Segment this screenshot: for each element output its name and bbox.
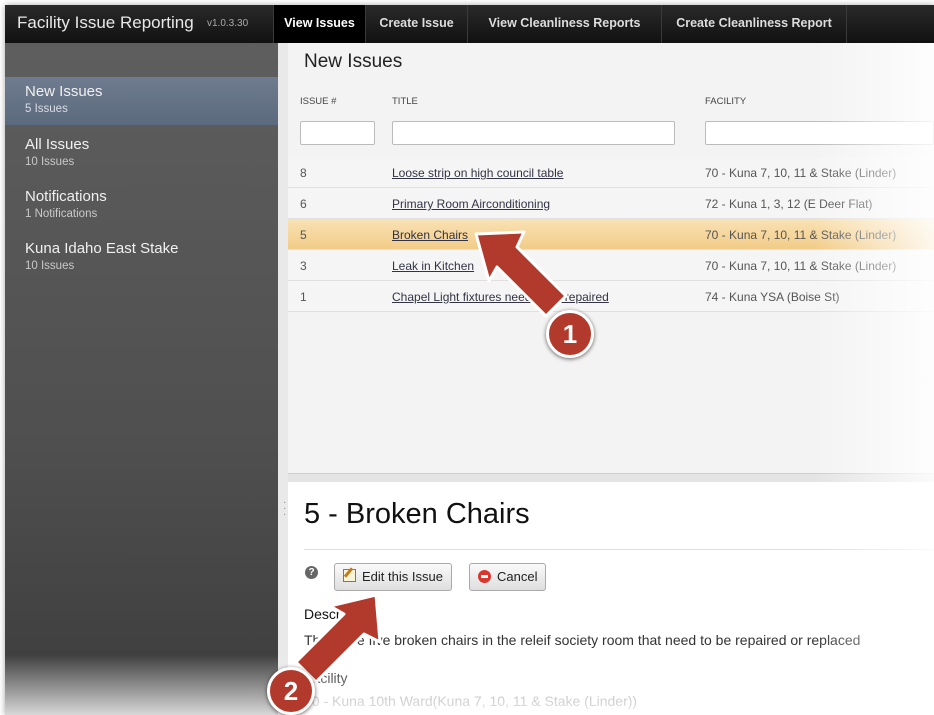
tab-view-cleanliness-reports[interactable]: View Cleanliness Reports	[467, 5, 661, 43]
table-row[interactable]: 8 Loose strip on high council table 70 -…	[288, 157, 934, 188]
issue-title-link[interactable]: Primary Room Airconditioning	[392, 197, 550, 211]
sidebar-item-label: Notifications	[25, 188, 107, 205]
issue-facility: 72 - Kuna 1, 3, 12 (E Deer Flat)	[705, 197, 873, 211]
issue-title-link[interactable]: Loose strip on high council table	[392, 166, 563, 180]
issue-facility: 74 - Kuna YSA (Boise St)	[705, 290, 840, 304]
sidebar-item-notifications[interactable]: Notifications 1 Notifications	[5, 182, 278, 230]
issue-facility: 70 - Kuna 7, 10, 11 & Stake (Linder)	[705, 259, 897, 273]
issue-detail-panel: 5 - Broken Chairs ? Edit this Issue Canc…	[288, 482, 934, 715]
issue-facility: 70 - Kuna 7, 10, 11 & Stake (Linder)	[705, 228, 897, 242]
tab-create-cleanliness-report[interactable]: Create Cleanliness Report	[661, 5, 847, 43]
sidebar-item-kuna-idaho-east-stake[interactable]: Kuna Idaho East Stake 10 Issues	[5, 234, 278, 282]
column-header-title[interactable]: TITLE	[392, 96, 418, 107]
sidebar-item-count: 5 Issues	[25, 103, 68, 115]
splitter-grip-icon: · · ·	[283, 497, 287, 520]
cancel-label: Cancel	[497, 569, 538, 584]
filter-title-input[interactable]	[392, 121, 675, 145]
cancel-button[interactable]: Cancel	[469, 563, 547, 591]
sidebar-item-count: 1 Notifications	[25, 208, 98, 220]
filter-issue-no-input[interactable]	[300, 121, 375, 145]
issue-number: 3	[300, 259, 307, 273]
issues-table-body: 8 Loose strip on high council table 70 -…	[288, 157, 934, 312]
description-text: There are five broken chairs in the rele…	[304, 632, 861, 648]
issue-title-link[interactable]: Broken Chairs	[392, 228, 468, 242]
table-row[interactable]: 3 Leak in Kitchen 70 - Kuna 7, 10, 11 & …	[288, 250, 934, 281]
table-row[interactable]: 1 Chapel Light fixtures need to be repai…	[288, 281, 934, 312]
description-label: Description	[304, 606, 375, 622]
column-header-facility[interactable]: FACILITY	[705, 96, 746, 107]
app-window: Facility Issue Reporting v1.0.3.30 View …	[5, 5, 934, 715]
annotation-callout-1: 1	[546, 310, 594, 358]
table-row-selected[interactable]: 5 Broken Chairs 70 - Kuna 7, 10, 11 & St…	[288, 219, 934, 250]
issue-title-link[interactable]: Chapel Light fixtures need to be repaire…	[392, 290, 609, 304]
help-icon[interactable]: ?	[305, 566, 318, 579]
annotation-callout-2: 2	[267, 667, 315, 715]
app-title: Facility Issue Reporting	[17, 13, 194, 32]
issue-title-link[interactable]: Leak in Kitchen	[392, 259, 474, 273]
issue-number: 6	[300, 197, 307, 211]
sidebar-item-label: New Issues	[25, 83, 103, 100]
issue-number: 8	[300, 166, 307, 180]
cancel-icon	[478, 570, 491, 583]
sidebar-item-label: All Issues	[25, 136, 90, 153]
sidebar-item-count: 10 Issues	[25, 156, 75, 168]
facility-text: 70 - Kuna 10th Ward(Kuna 7, 10, 11 & Sta…	[304, 693, 638, 709]
issues-list-panel: New Issues ISSUE # TITLE FACILITY 8 Loos…	[288, 43, 934, 473]
sidebar-item-new-issues[interactable]: New Issues 5 Issues	[5, 77, 278, 125]
app-version: v1.0.3.30	[207, 18, 249, 29]
table-row[interactable]: 6 Primary Room Airconditioning 72 - Kuna…	[288, 188, 934, 219]
tab-view-issues[interactable]: View Issues	[273, 5, 365, 43]
sidebar-item-all-issues[interactable]: All Issues 10 Issues	[5, 130, 278, 178]
tab-create-issue[interactable]: Create Issue	[365, 5, 467, 43]
edit-issue-button[interactable]: Edit this Issue	[334, 563, 452, 591]
filter-facility-input[interactable]	[705, 121, 934, 145]
sidebar-item-count: 10 Issues	[25, 260, 75, 272]
edit-icon	[343, 569, 356, 582]
edit-issue-label: Edit this Issue	[362, 569, 443, 584]
sidebar: New Issues 5 Issues All Issues 10 Issues…	[5, 43, 278, 715]
issue-number: 1	[300, 290, 307, 304]
list-title: New Issues	[304, 51, 403, 72]
issue-number: 5	[300, 228, 307, 242]
column-header-issue-no[interactable]: ISSUE #	[300, 96, 336, 107]
issue-facility: 70 - Kuna 7, 10, 11 & Stake (Linder)	[705, 166, 897, 180]
top-navbar: Facility Issue Reporting v1.0.3.30 View …	[5, 5, 934, 43]
divider	[304, 549, 934, 550]
sidebar-item-label: Kuna Idaho East Stake	[25, 240, 179, 257]
detail-title: 5 - Broken Chairs	[304, 498, 530, 530]
